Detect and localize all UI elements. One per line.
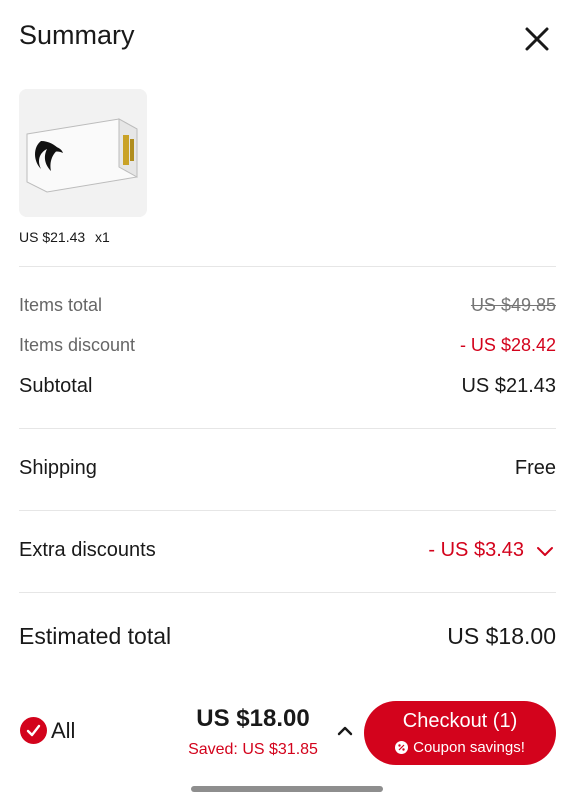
divider [19,592,556,593]
checkout-label: Checkout (1) [402,710,518,732]
items-total-value: US $49.85 [470,295,556,315]
ssd-drive-image [19,89,147,217]
home-indicator[interactable] [191,786,383,792]
subtotal-label: Subtotal [19,375,93,397]
footer-saved: Saved: US $31.85 [188,741,318,758]
subtotal-value: US $21.43 [461,375,556,397]
checkout-button[interactable]: Checkout (1) Coupon savings! [364,701,556,765]
coupon-savings-label: Coupon savings! [413,739,525,756]
extra-discounts-label: Extra discounts [19,539,156,561]
estimated-total-label: Estimated total [19,623,172,649]
close-button[interactable] [518,20,556,58]
extra-discounts-toggle[interactable]: - US $3.43 [428,539,556,562]
coupon-icon [395,741,409,754]
product-image[interactable] [19,89,147,217]
shipping-label: Shipping [19,457,97,479]
divider [19,266,556,267]
product-price: US $21.43 [19,229,86,245]
product-quantity: x1 [95,229,110,245]
chevron-up-icon [337,726,353,736]
footer-total: US $18.00 [196,705,310,732]
estimated-total-value: US $18.00 [447,623,556,649]
chevron-down-icon [537,546,553,556]
select-all-checkbox[interactable]: All [20,717,75,744]
divider [19,428,556,429]
shipping-value: Free [514,457,556,479]
page-title: Summary [19,20,135,50]
extra-discounts-value: - US $3.43 [428,539,524,561]
checkbox-checked-icon [20,717,47,744]
select-all-label: All [51,717,76,743]
items-discount-label: Items discount [19,335,136,355]
divider [19,510,556,511]
summary-header: Summary [0,0,575,78]
expand-summary-button[interactable] [334,720,356,742]
items-discount-value: - US $28.42 [459,335,556,355]
items-total-label: Items total [19,295,103,315]
coupon-savings: Coupon savings! [364,739,556,756]
close-icon [525,27,549,51]
